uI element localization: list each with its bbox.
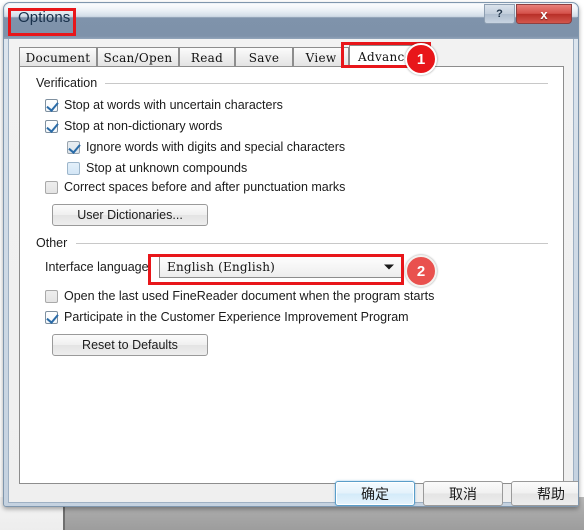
checkbox-stop-non-dictionary-words[interactable]: Stop at non-dictionary words	[45, 119, 222, 133]
checkbox-label: Participate in the Customer Experience I…	[64, 310, 409, 324]
checkbox-box[interactable]	[45, 289, 58, 303]
dialog-footer: 确定 取消 帮助	[9, 481, 578, 506]
annotation-badge-1: 1	[405, 43, 437, 75]
checkbox-label: Open the last used FineReader document w…	[64, 289, 435, 303]
close-button[interactable]: x	[516, 4, 572, 24]
user-dictionaries-button[interactable]: User Dictionaries...	[52, 204, 208, 226]
help-footer-button[interactable]: 帮助	[511, 481, 578, 506]
checkbox-ignore-words-digits-special[interactable]: Ignore words with digits and special cha…	[67, 140, 345, 154]
checkbox-participate-customer-experience[interactable]: Participate in the Customer Experience I…	[45, 310, 409, 324]
advanced-tab-panel: Verification Stop at words with uncertai…	[19, 66, 564, 484]
checkbox-stop-unknown-compounds[interactable]: Stop at unknown compounds	[67, 161, 247, 175]
screen: Options ? x Document Scan/Open Read Save…	[0, 0, 584, 530]
checkbox-box[interactable]	[45, 119, 58, 133]
tab-save[interactable]: Save	[235, 47, 293, 67]
checkbox-box[interactable]	[45, 180, 58, 194]
help-button[interactable]: ?	[484, 4, 515, 24]
chevron-down-icon[interactable]	[384, 264, 394, 270]
checkbox-correct-spaces-punctuation[interactable]: Correct spaces before and after punctuat…	[45, 180, 345, 194]
other-group-label: Other	[36, 236, 74, 250]
options-dialog: Options ? x Document Scan/Open Read Save…	[3, 2, 579, 507]
interface-language-label: Interface language:	[45, 260, 153, 274]
checkbox-label: Stop at words with uncertain characters	[64, 98, 283, 112]
checkbox-box[interactable]	[45, 310, 58, 324]
checkbox-box[interactable]	[45, 98, 58, 112]
checkbox-open-last-used-document[interactable]: Open the last used FineReader document w…	[45, 289, 434, 303]
tab-strip: Document Scan/Open Read Save View Advanc…	[19, 45, 564, 68]
window-title: Options	[18, 9, 71, 26]
checkbox-label: Ignore words with digits and special cha…	[86, 140, 346, 154]
annotation-badge-2: 2	[405, 255, 437, 287]
dialog-client-area: Document Scan/Open Read Save View Advanc…	[8, 39, 578, 506]
tab-view[interactable]: View	[293, 47, 349, 67]
checkbox-label: Stop at unknown compounds	[86, 161, 248, 175]
verification-group-label: Verification	[36, 76, 104, 90]
interface-language-combobox[interactable]: English (English)	[159, 256, 404, 278]
verification-group-line	[105, 83, 548, 84]
cancel-button[interactable]: 取消	[423, 481, 503, 506]
checkbox-box[interactable]	[67, 140, 80, 154]
checkbox-stop-uncertain-characters[interactable]: Stop at words with uncertain characters	[45, 98, 283, 112]
tab-read[interactable]: Read	[179, 47, 235, 67]
other-group-line	[76, 243, 548, 244]
title-bar: Options ? x	[4, 3, 578, 39]
checkbox-box[interactable]	[67, 161, 80, 175]
interface-language-value: English (English)	[167, 260, 276, 274]
checkbox-label: Stop at non-dictionary words	[64, 119, 223, 133]
ok-button[interactable]: 确定	[335, 481, 415, 506]
reset-to-defaults-button[interactable]: Reset to Defaults	[52, 334, 208, 356]
tab-scan-open[interactable]: Scan/Open	[97, 47, 179, 67]
tab-document[interactable]: Document	[19, 47, 97, 67]
checkbox-label: Correct spaces before and after punctuat…	[64, 180, 346, 194]
